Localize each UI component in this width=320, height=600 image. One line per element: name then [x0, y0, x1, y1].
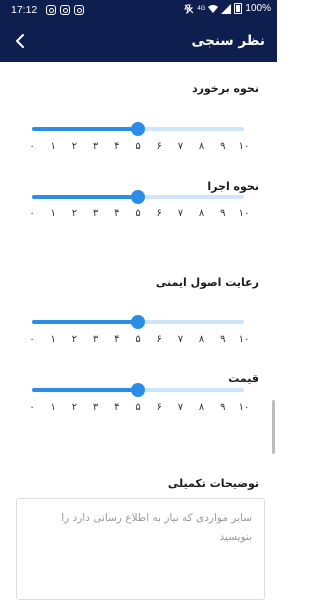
- page-title: نظر سنجی: [191, 33, 266, 49]
- slider-thumb[interactable]: [131, 315, 145, 329]
- tick-label: ۰: [29, 141, 35, 152]
- tick-label: ۹: [220, 402, 226, 413]
- notes-input[interactable]: [17, 499, 264, 599]
- tick-label: ۱۰: [238, 402, 250, 413]
- chevron-left-icon[interactable]: [10, 30, 32, 52]
- tick-label: ۲: [71, 141, 78, 152]
- tick-label: ۶: [156, 208, 162, 219]
- status-time: 17:12: [11, 4, 38, 16]
- tick-label: ۱۰: [238, 334, 250, 345]
- tick-label: ۶: [156, 334, 162, 345]
- tick-label: ۵: [135, 208, 141, 219]
- rating-slider[interactable]: [32, 383, 244, 397]
- section-title: نحوه برخورد: [191, 82, 259, 95]
- tick-label: ۱: [50, 402, 56, 413]
- tick-label: ۴: [114, 208, 120, 219]
- tick-label: ۵: [135, 334, 141, 345]
- mute-icon: [184, 4, 194, 14]
- section-title: رعایت اصول ایمنی: [155, 276, 259, 289]
- wifi-icon: [208, 4, 219, 13]
- tick-label: ۷: [177, 141, 184, 152]
- slider-track-fill: [32, 195, 138, 199]
- tick-label: ۸: [198, 402, 205, 413]
- tick-label: ۴: [114, 334, 120, 345]
- tick-label: ۰: [29, 402, 35, 413]
- tick-label: ۵: [135, 141, 141, 152]
- battery-icon: [234, 3, 243, 14]
- tick-label: ۷: [177, 402, 184, 413]
- slider-tick-labels: ۰ ۱ ۲ ۳ ۴ ۵ ۶ ۷ ۸ ۹ ۱۰: [29, 401, 249, 415]
- slider-tick-labels: ۰ ۱ ۲ ۳ ۴ ۵ ۶ ۷ ۸ ۹ ۱۰: [29, 333, 249, 347]
- slider-track-fill: [32, 388, 138, 392]
- slider-thumb[interactable]: [131, 190, 145, 204]
- tick-label: ۳: [92, 334, 99, 345]
- status-indicators: 4G 100%: [184, 3, 271, 14]
- tick-label: ۰: [29, 208, 35, 219]
- tick-label: ۹: [220, 141, 226, 152]
- instagram-icon: [74, 5, 84, 15]
- tick-label: ۶: [156, 141, 162, 152]
- tick-label: ۵: [135, 402, 141, 413]
- tick-label: ۳: [92, 402, 99, 413]
- tick-label: ۹: [220, 334, 226, 345]
- instagram-icon: [60, 5, 70, 15]
- slider-track-fill: [32, 127, 138, 131]
- tick-label: ۸: [198, 141, 205, 152]
- notes-label: توضیحات تکمیلی: [167, 477, 259, 490]
- network-type: 4G: [197, 5, 206, 12]
- tick-label: ۸: [198, 334, 205, 345]
- tick-label: ۸: [198, 208, 205, 219]
- app-bar: نظر سنجی: [0, 22, 277, 62]
- tick-label: ۲: [71, 208, 78, 219]
- tick-label: ۶: [156, 402, 162, 413]
- signal-icon: [221, 3, 232, 14]
- instagram-icon: [46, 5, 56, 15]
- status-bar: 17:12 4G 100%: [0, 0, 277, 22]
- tick-label: ۳: [92, 141, 99, 152]
- tick-label: ۱: [50, 334, 56, 345]
- rating-slider[interactable]: [32, 315, 244, 329]
- rating-slider[interactable]: [32, 190, 244, 204]
- rating-slider[interactable]: [32, 122, 244, 136]
- battery-level: 100%: [245, 3, 271, 14]
- tick-label: ۲: [71, 334, 78, 345]
- tick-label: ۷: [177, 334, 184, 345]
- tick-label: ۱۰: [238, 141, 250, 152]
- tick-label: ۴: [114, 141, 120, 152]
- scrollbar[interactable]: [272, 400, 275, 454]
- tick-label: ۲: [71, 402, 78, 413]
- notes-box: [16, 498, 265, 600]
- tick-label: ۴: [114, 402, 120, 413]
- tick-label: ۰: [29, 334, 35, 345]
- tick-label: ۱: [50, 208, 56, 219]
- tick-label: ۳: [92, 208, 99, 219]
- slider-thumb[interactable]: [131, 122, 145, 136]
- tick-label: ۷: [177, 208, 184, 219]
- slider-thumb[interactable]: [131, 383, 145, 397]
- slider-track-fill: [32, 320, 138, 324]
- tick-label: ۱۰: [238, 208, 250, 219]
- tick-label: ۹: [220, 208, 226, 219]
- tick-label: ۱: [50, 141, 56, 152]
- slider-tick-labels: ۰ ۱ ۲ ۳ ۴ ۵ ۶ ۷ ۸ ۹ ۱۰: [29, 207, 249, 221]
- slider-tick-labels: ۰ ۱ ۲ ۳ ۴ ۵ ۶ ۷ ۸ ۹ ۱۰: [29, 140, 249, 154]
